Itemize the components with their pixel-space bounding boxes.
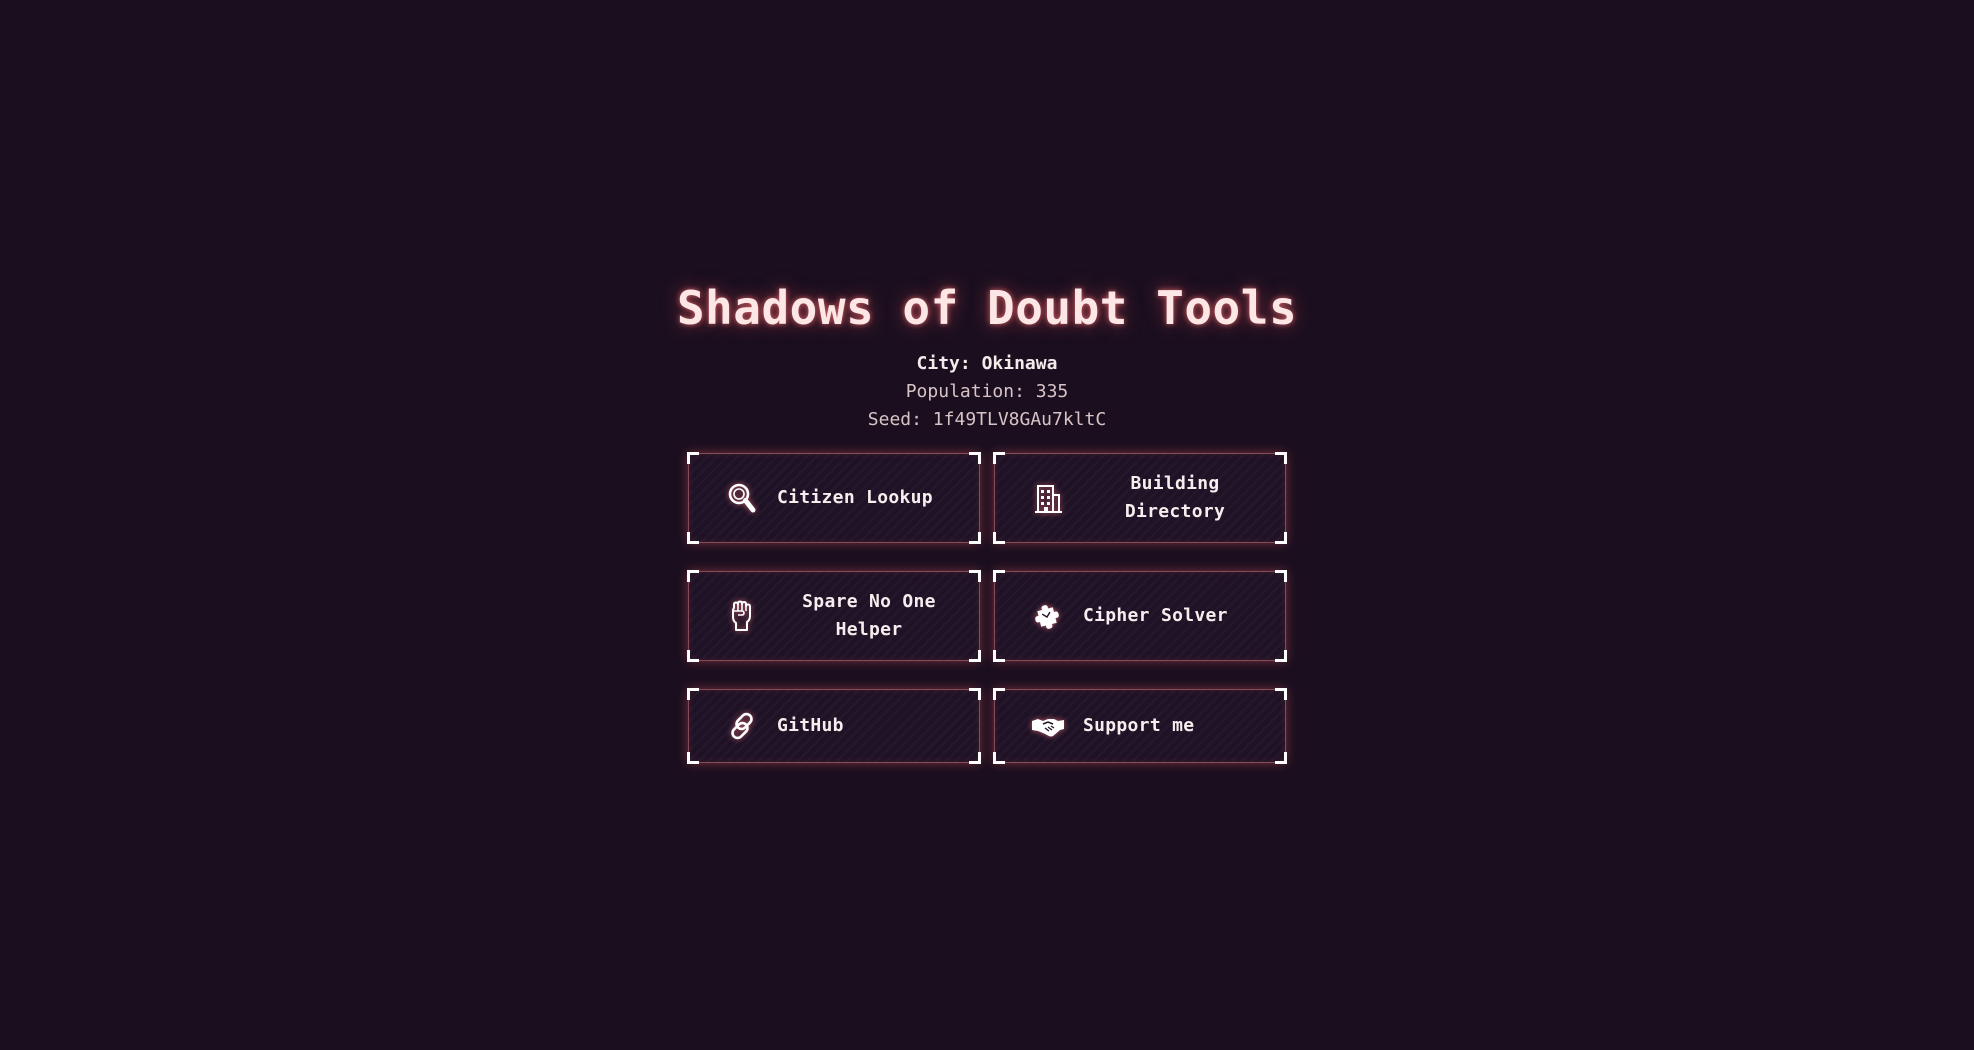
corner-bracket [993, 532, 1005, 544]
city-name: City: Okinawa [916, 353, 1058, 374]
handshake-icon [1031, 709, 1065, 743]
population-count: Population: 335 [905, 381, 1069, 402]
corner-bracket [969, 752, 981, 764]
corner-bracket [993, 688, 1005, 700]
raised-fist-icon [725, 599, 759, 633]
corner-bracket [687, 650, 699, 662]
github-link-button[interactable]: GitHub [687, 688, 981, 764]
corner-bracket [969, 650, 981, 662]
corner-bracket [687, 570, 699, 582]
cipher-solver-button[interactable]: Cipher Solver [993, 570, 1287, 662]
magnifying-glass-icon [725, 481, 759, 515]
cipher-solver-label: Cipher Solver [1083, 605, 1228, 626]
spare-no-one-helper-label: Spare No One Helper [802, 591, 936, 640]
citizen-lookup-button[interactable]: Citizen Lookup [687, 452, 981, 544]
corner-bracket [687, 452, 699, 464]
building-icon [1031, 481, 1065, 515]
building-directory-label: Building Directory [1124, 473, 1226, 522]
link-icon [725, 709, 759, 743]
corner-bracket [993, 570, 1005, 582]
support-me-label: Support me [1083, 715, 1195, 736]
corner-bracket [1275, 688, 1287, 700]
world-seed: Seed: 1f49TLV8GAu7kltC [867, 409, 1107, 430]
corner-bracket [969, 532, 981, 544]
corner-bracket [969, 452, 981, 464]
corner-bracket [1275, 570, 1287, 582]
corner-bracket [687, 752, 699, 764]
corner-bracket [687, 532, 699, 544]
github-label: GitHub [777, 715, 844, 736]
spare-no-one-helper-button[interactable]: Spare No One Helper [687, 570, 981, 662]
tools-page: Shadows of Doubt Tools City: Okinawa Pop… [0, 0, 1974, 1050]
tools-grid: Citizen Lookup Building Directory Spare … [687, 452, 1287, 764]
header: Shadows of Doubt Tools City: Okinawa Pop… [0, 272, 1974, 434]
puzzle-piece-icon [1031, 599, 1065, 633]
citizen-lookup-label: Citizen Lookup [777, 487, 933, 508]
corner-bracket [969, 688, 981, 700]
corner-bracket [993, 752, 1005, 764]
building-directory-button[interactable]: Building Directory [993, 452, 1287, 544]
corner-bracket [1275, 650, 1287, 662]
corner-bracket [1275, 752, 1287, 764]
corner-bracket [1275, 452, 1287, 464]
corner-bracket [993, 452, 1005, 464]
support-me-button[interactable]: Support me [993, 688, 1287, 764]
corner-bracket [969, 570, 981, 582]
corner-bracket [687, 688, 699, 700]
corner-bracket [1275, 532, 1287, 544]
page-title: Shadows of Doubt Tools [676, 281, 1298, 335]
corner-bracket [993, 650, 1005, 662]
